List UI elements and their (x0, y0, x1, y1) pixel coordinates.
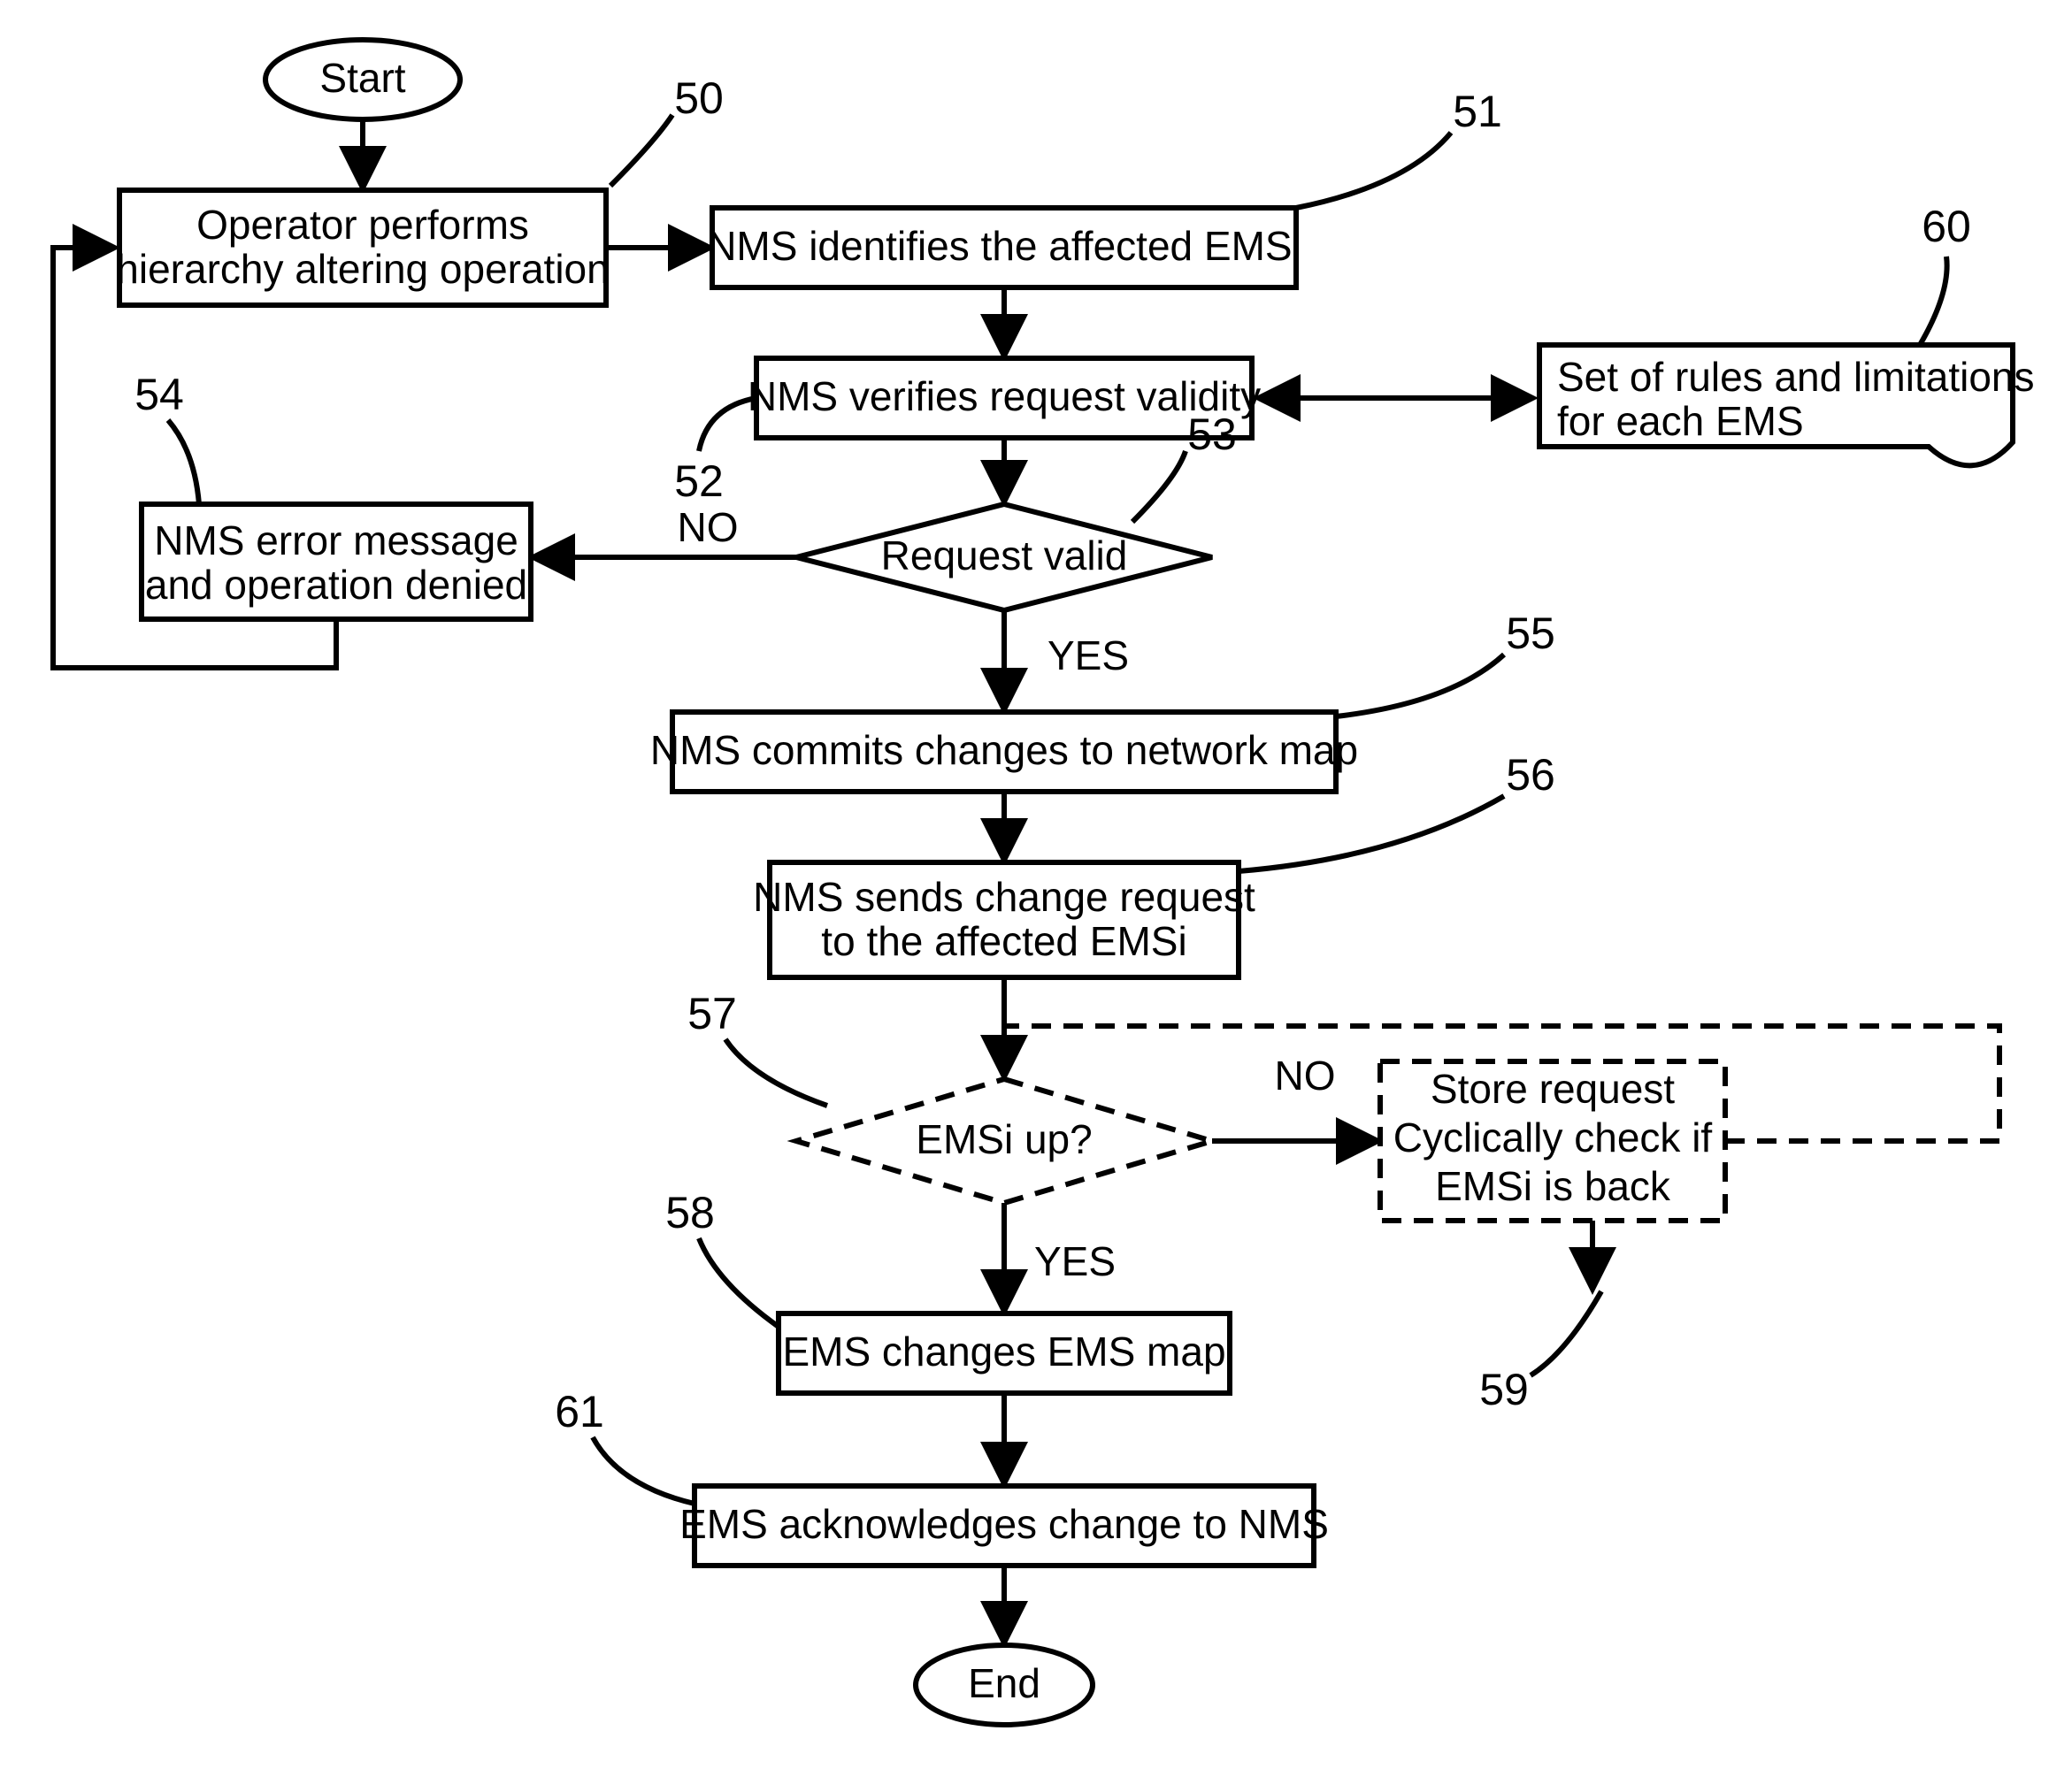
branch-yes-53: YES (1048, 632, 1129, 678)
node-59-line2: Cyclically check if (1393, 1114, 1713, 1160)
node-50-line1: Operator performs (196, 202, 529, 248)
node-59-line1: Store request (1431, 1066, 1675, 1112)
ref-57: 57 (687, 989, 737, 1038)
node-57-text: EMSi up? (916, 1116, 1092, 1162)
ref-51: 51 (1453, 87, 1502, 136)
node-51-text: NMS identifies the affected EMSi (707, 223, 1301, 269)
start-label: Start (319, 55, 405, 101)
node-60-line1: Set of rules and limitations (1557, 354, 2035, 400)
ref-56: 56 (1506, 750, 1555, 800)
node-60-line2: for each EMS (1557, 398, 1804, 444)
ref-50: 50 (674, 73, 724, 123)
ref-53: 53 (1187, 410, 1237, 459)
ref-55: 55 (1506, 609, 1555, 658)
branch-yes-57: YES (1034, 1238, 1116, 1284)
node-55-text: NMS commits changes to network map (650, 727, 1358, 773)
ref-52: 52 (674, 456, 724, 506)
node-50-line2: hierarchy altering operation (116, 246, 609, 292)
end-label: End (968, 1660, 1040, 1706)
node-52-text: NMS verifies request validity (748, 373, 1261, 419)
node-56-line2: to the affected EMSi (821, 918, 1186, 964)
ref-54: 54 (134, 370, 184, 419)
ref-60: 60 (1922, 202, 1971, 251)
node-54-line1: NMS error message (154, 517, 518, 563)
node-53-text: Request valid (881, 532, 1128, 578)
branch-no-57: NO (1275, 1053, 1336, 1099)
ref-61: 61 (555, 1387, 604, 1436)
node-58-text: EMS changes EMS map (782, 1329, 1225, 1375)
ref-58: 58 (665, 1188, 715, 1237)
branch-no-53: NO (678, 504, 739, 550)
node-61-text: EMS acknowledges change to NMS (679, 1501, 1329, 1547)
ref-59: 59 (1479, 1365, 1529, 1414)
node-59-line3: EMSi is back (1435, 1163, 1671, 1209)
node-56-line1: NMS sends change request (753, 874, 1255, 920)
node-54-line2: and operation denied (145, 562, 527, 608)
flowchart-diagram: Start Operator performs hierarchy alteri… (0, 0, 2049, 1792)
